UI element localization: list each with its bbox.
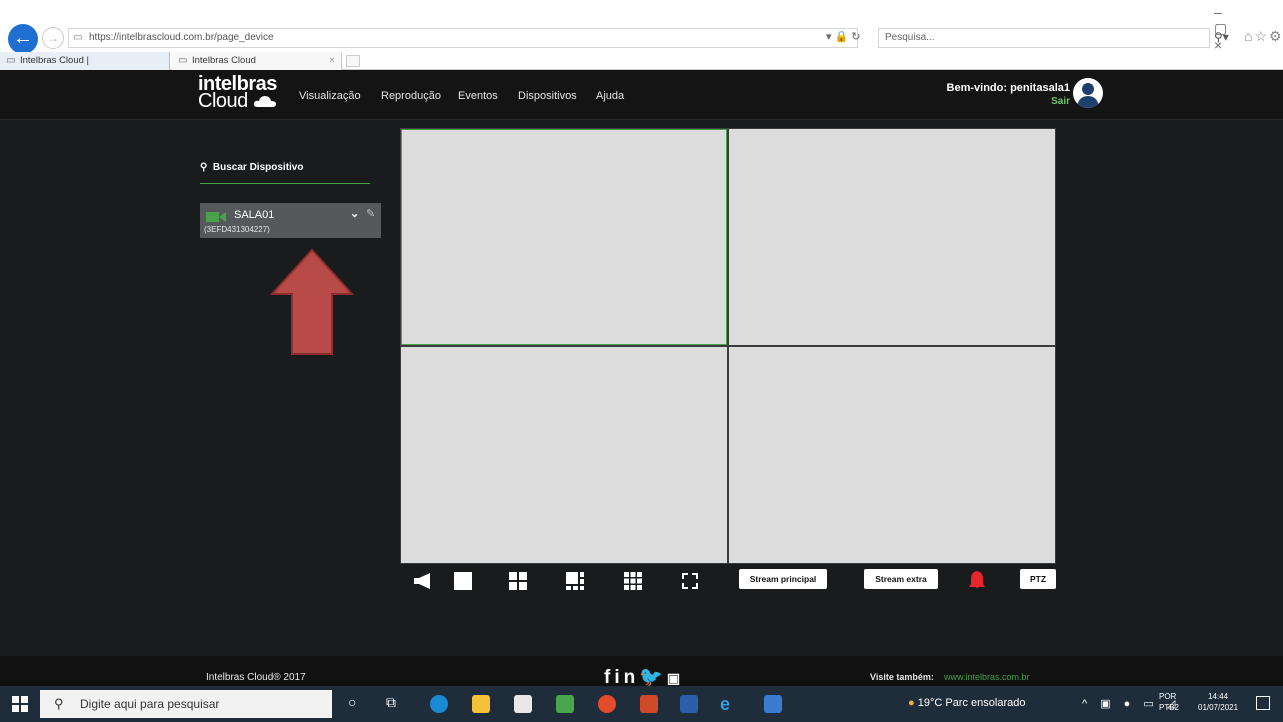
fullscreen-icon[interactable] — [681, 572, 699, 590]
speaker-icon[interactable] — [412, 572, 432, 590]
language-indicator[interactable]: POR PTB2 — [1159, 691, 1179, 713]
twitter-icon[interactable]: 🐦 — [639, 667, 667, 688]
search-icon: ⚲ — [54, 696, 64, 711]
stream-extra-button[interactable]: Stream extra — [864, 569, 938, 589]
page-icon: ▭ — [73, 32, 83, 43]
intelbras-cloud-logo[interactable]: intelbras Cloud — [198, 74, 277, 111]
tab-intelbras-1[interactable]: ▭ Intelbras Cloud | — [0, 52, 170, 70]
lock-icon: 🔒 — [834, 31, 849, 43]
refresh-icon[interactable]: ↻ — [851, 31, 860, 43]
clock-time: 14:44 — [1208, 692, 1229, 701]
back-button[interactable]: ← — [8, 24, 38, 54]
video-cell-3[interactable] — [401, 347, 727, 563]
page-icon: ▭ — [178, 55, 188, 66]
search-icon: ⚲ — [200, 162, 208, 173]
linkedin-icon[interactable]: in — [614, 667, 639, 688]
lang-code: POR — [1159, 692, 1177, 701]
layout-6-icon[interactable] — [566, 572, 584, 590]
tab-bar: ▭ Intelbras Cloud | ▭ Intelbras Cloud × — [0, 52, 1283, 70]
weather-text: 19°C Parc ensolarado — [917, 697, 1026, 709]
video-grid — [400, 128, 1056, 564]
browser-search-input[interactable]: Pesquisa... — [878, 28, 1210, 48]
youtube-icon[interactable]: ▣ — [667, 670, 684, 686]
nav-ajuda[interactable]: Ajuda — [596, 90, 624, 102]
taskbar-search-placeholder: Digite aqui para pesquisar — [80, 697, 220, 711]
powerpoint-icon[interactable] — [640, 695, 658, 713]
visit-link[interactable]: www.intelbras.com.br — [944, 672, 1030, 682]
search-device-label: Buscar Dispositivo — [212, 162, 304, 173]
internet-explorer-icon[interactable]: e — [720, 695, 738, 713]
nav-reproducao[interactable]: Reprodução — [381, 90, 441, 102]
welcome-text: Bem-vindo: penitasala1 — [946, 82, 1070, 94]
tab-label: Intelbras Cloud — [192, 55, 256, 66]
user-icon — [1077, 83, 1099, 108]
stream-principal-button[interactable]: Stream principal — [739, 569, 827, 589]
logo-line2: Cloud — [198, 91, 277, 111]
video-cell-2[interactable] — [729, 129, 1055, 345]
weather-widget[interactable]: ● 19°C Parc ensolarado — [908, 697, 1025, 709]
nav-visualizacao[interactable]: Visualização — [299, 90, 361, 102]
red-arrow-annotation — [270, 248, 354, 355]
layout-1-icon[interactable] — [454, 572, 472, 590]
nav-dispositivos[interactable]: Dispositivos — [518, 90, 577, 102]
taskbar-search-input[interactable]: ⚲ Digite aqui para pesquisar — [40, 690, 332, 718]
device-item-sala01[interactable]: SALA01 (3EFD431304227) ⌄ ✎ — [200, 203, 381, 238]
cloud-icon — [253, 96, 276, 107]
device-name: SALA01 — [234, 209, 275, 221]
chevron-down-icon[interactable]: ⌄ — [350, 207, 359, 220]
new-tab-button[interactable] — [346, 55, 360, 67]
layout-9-icon[interactable] — [624, 572, 642, 590]
address-tools[interactable]: ▾ 🔒 ↻ — [826, 30, 861, 43]
camera-icon — [206, 212, 226, 222]
layout-4-icon[interactable] — [509, 572, 527, 590]
address-url: https://intelbrascloud.com.br/page_devic… — [89, 32, 274, 43]
copyright: Intelbras Cloud® 2017 — [206, 672, 306, 683]
app-icon[interactable] — [764, 695, 782, 713]
app-header: intelbras Cloud Visualização Reprodução … — [0, 70, 1283, 120]
avatar[interactable] — [1073, 78, 1103, 108]
word-icon[interactable] — [680, 695, 698, 713]
nav-eventos[interactable]: Eventos — [458, 90, 498, 102]
file-explorer-icon[interactable] — [472, 695, 490, 713]
browser-toolbar-icons[interactable]: ⌂☆⚙● — [1244, 28, 1283, 45]
app-page: intelbras Cloud Visualização Reprodução … — [0, 70, 1283, 696]
excel-icon[interactable] — [556, 695, 574, 713]
chrome-icon[interactable] — [598, 695, 616, 713]
ptz-button[interactable]: PTZ — [1020, 569, 1056, 589]
clock-date: 01/07/2021 — [1198, 703, 1239, 712]
address-bar[interactable]: ▭ https://intelbrascloud.com.br/page_dev… — [68, 28, 858, 48]
sun-cloud-icon: ● — [908, 697, 915, 709]
facebook-icon[interactable]: f — [604, 667, 614, 688]
device-serial: (3EFD431304227) — [204, 225, 270, 234]
task-view-icon[interactable]: ⧉ — [386, 694, 396, 711]
tab-intelbras-2[interactable]: ▭ Intelbras Cloud × — [172, 52, 342, 70]
search-underline — [200, 183, 370, 184]
tab-close-icon[interactable]: × — [329, 52, 335, 69]
cortana-icon[interactable]: ○ — [348, 694, 356, 710]
browser-chrome: – ▢ × ← → ▭ https://intelbrascloud.com.b… — [0, 0, 1283, 70]
logout-link[interactable]: Sair — [990, 96, 1070, 107]
notification-icon[interactable] — [1256, 696, 1270, 710]
tab-label: Intelbras Cloud | — [20, 55, 90, 66]
search-icon[interactable]: ⚲▾ — [1214, 30, 1229, 44]
visit-label: Visite também: — [870, 672, 934, 682]
pencil-icon[interactable]: ✎ — [366, 207, 375, 220]
video-cell-4[interactable] — [729, 347, 1055, 563]
page-icon: ▭ — [6, 55, 16, 66]
edge-icon[interactable] — [430, 695, 448, 713]
windows-taskbar: ⚲ Digite aqui para pesquisar ○ ⧉ e ● 19°… — [0, 686, 1283, 722]
alarm-bell-icon[interactable] — [968, 570, 986, 588]
home-icon[interactable]: ⌂ — [1244, 28, 1254, 44]
video-cell-1[interactable] — [401, 129, 727, 345]
gear-icon[interactable]: ⚙ — [1269, 28, 1283, 44]
search-device[interactable]: ⚲ Buscar Dispositivo — [200, 162, 303, 173]
forward-button[interactable]: → — [42, 27, 64, 49]
windows-start-icon[interactable] — [12, 696, 28, 712]
store-icon[interactable] — [514, 695, 532, 713]
clock[interactable]: 14:44 01/07/2021 — [1198, 691, 1238, 713]
star-icon[interactable]: ☆ — [1254, 28, 1269, 44]
keyboard-layout: PTB2 — [1159, 703, 1180, 712]
